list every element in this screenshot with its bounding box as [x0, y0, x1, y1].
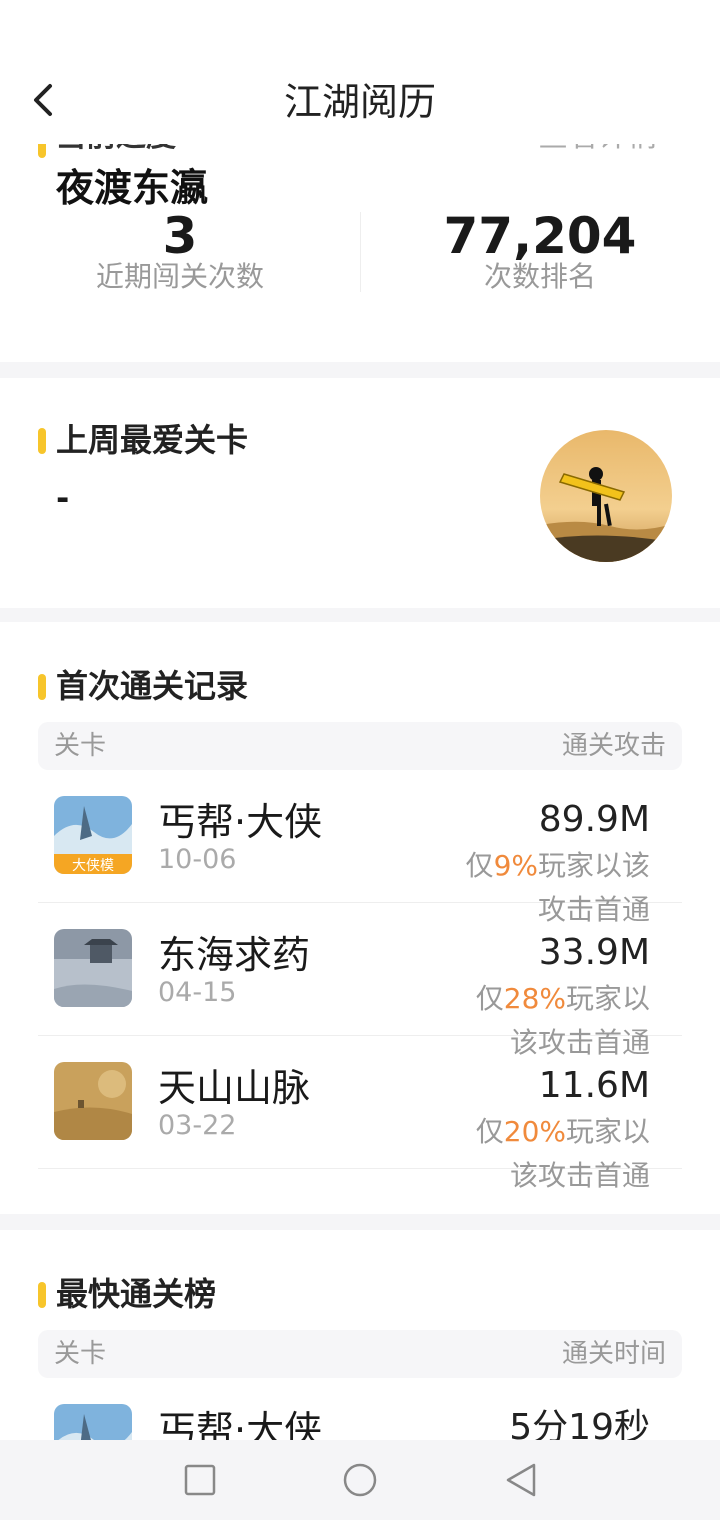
column-header-time: 通关时间: [561, 1339, 666, 1369]
level-name: 东海求药: [158, 933, 311, 977]
attack-note: 仅20%玩家以 该攻击首通: [476, 1110, 650, 1198]
table-row[interactable]: 大侠模 丐帮·大侠 10-06 89.9M 仅9%玩家以该 攻击首通: [38, 770, 682, 926]
table-row[interactable]: 天山山脉 03-22 11.6M 仅20%玩家以 该攻击首通: [38, 1036, 682, 1192]
level-name: 丐帮·大侠: [158, 1408, 323, 1440]
rank-label: 次数排名: [483, 260, 596, 293]
first-clear-card: 首次通关记录 关卡 通关攻击 大侠模 丐帮·大侠 10-06 89.9M 仅9%…: [0, 622, 720, 1214]
status-bar: [0, 0, 720, 60]
rank-value: 77,204: [443, 207, 637, 265]
level-name: 丐帮·大侠: [158, 800, 323, 844]
attack-value: 89.9M: [538, 799, 650, 840]
column-header-level: 关卡: [54, 1339, 107, 1369]
percent-value: 28%: [503, 982, 566, 1015]
table-row[interactable]: 东海求药 04-15 33.9M 仅28%玩家以 该攻击首通: [38, 903, 682, 1059]
fastest-section-title: 最快通关榜: [56, 1275, 217, 1313]
column-header-attack: 通关攻击: [561, 731, 666, 761]
favorite-level-image: [540, 430, 672, 562]
page-title: 江湖阅历: [283, 80, 436, 124]
note-line1: 玩家以该: [537, 849, 650, 882]
clear-time: 5分19秒: [509, 1407, 650, 1440]
fastest-clear-card: 最快通关榜 关卡 通关时间 丐帮·大侠 5分19秒: [0, 1230, 720, 1440]
column-header-level: 关卡: [54, 731, 107, 761]
section-accent-bar: [38, 1282, 46, 1308]
level-date: 10-06: [158, 844, 237, 875]
section-accent-bar: [38, 674, 46, 700]
first-clear-section-title: 首次通关记录: [56, 667, 249, 705]
level-thumbnail: [54, 929, 132, 1007]
note-prefix: 仅: [475, 1115, 504, 1148]
progress-detail-link[interactable]: 查看详情: [538, 144, 658, 152]
level-date: 04-15: [158, 977, 237, 1008]
note-line1: 玩家以: [565, 982, 650, 1015]
system-nav-bar: [0, 1440, 720, 1520]
fastest-table-header: 关卡 通关时间: [38, 1330, 682, 1378]
square-nav-icon[interactable]: [184, 1464, 216, 1496]
level-thumbnail: 大侠模: [54, 796, 132, 874]
recent-count-label: 近期闯关次数: [95, 260, 264, 293]
stats-divider: [360, 212, 361, 292]
level-name: 天山山脉: [158, 1066, 311, 1110]
current-level-name: 夜渡东瀛: [56, 166, 209, 210]
percent-value: 20%: [503, 1115, 566, 1148]
note-prefix: 仅: [475, 982, 504, 1015]
favorite-level-card: 上周最爱关卡 -: [0, 378, 720, 608]
top-app-bar: 江湖阅历: [0, 60, 720, 144]
percent-value: 9%: [493, 849, 538, 882]
level-thumbnail: [54, 1404, 132, 1440]
level-thumbnail: [54, 1062, 132, 1140]
note-line2: 该攻击首通: [509, 1159, 650, 1192]
section-accent-bar: [38, 428, 46, 454]
favorite-section-title: 上周最爱关卡: [56, 421, 249, 459]
level-date: 03-22: [158, 1110, 237, 1141]
progress-section-title: 当前进度: [56, 144, 176, 152]
favorite-level-value: -: [56, 479, 70, 517]
progress-card: 当前进度 查看详情 夜渡东瀛 3 近期闯关次数 77,204 次数排名: [0, 144, 720, 362]
section-accent-bar: [38, 144, 46, 158]
note-prefix: 仅: [465, 849, 494, 882]
recent-count-value: 3: [162, 207, 198, 265]
triangle-nav-icon[interactable]: [504, 1462, 538, 1498]
thumbnail-badge: 大侠模: [72, 858, 114, 874]
content-scroll[interactable]: 当前进度 查看详情 夜渡东瀛 3 近期闯关次数 77,204 次数排名 上周最爱…: [0, 144, 720, 1440]
table-row[interactable]: 丐帮·大侠 5分19秒: [38, 1378, 682, 1440]
first-clear-table-header: 关卡 通关攻击: [38, 722, 682, 770]
attack-value: 33.9M: [538, 932, 650, 973]
circle-nav-icon[interactable]: [342, 1462, 378, 1498]
note-line1: 玩家以: [565, 1115, 650, 1148]
attack-value: 11.6M: [538, 1065, 650, 1106]
